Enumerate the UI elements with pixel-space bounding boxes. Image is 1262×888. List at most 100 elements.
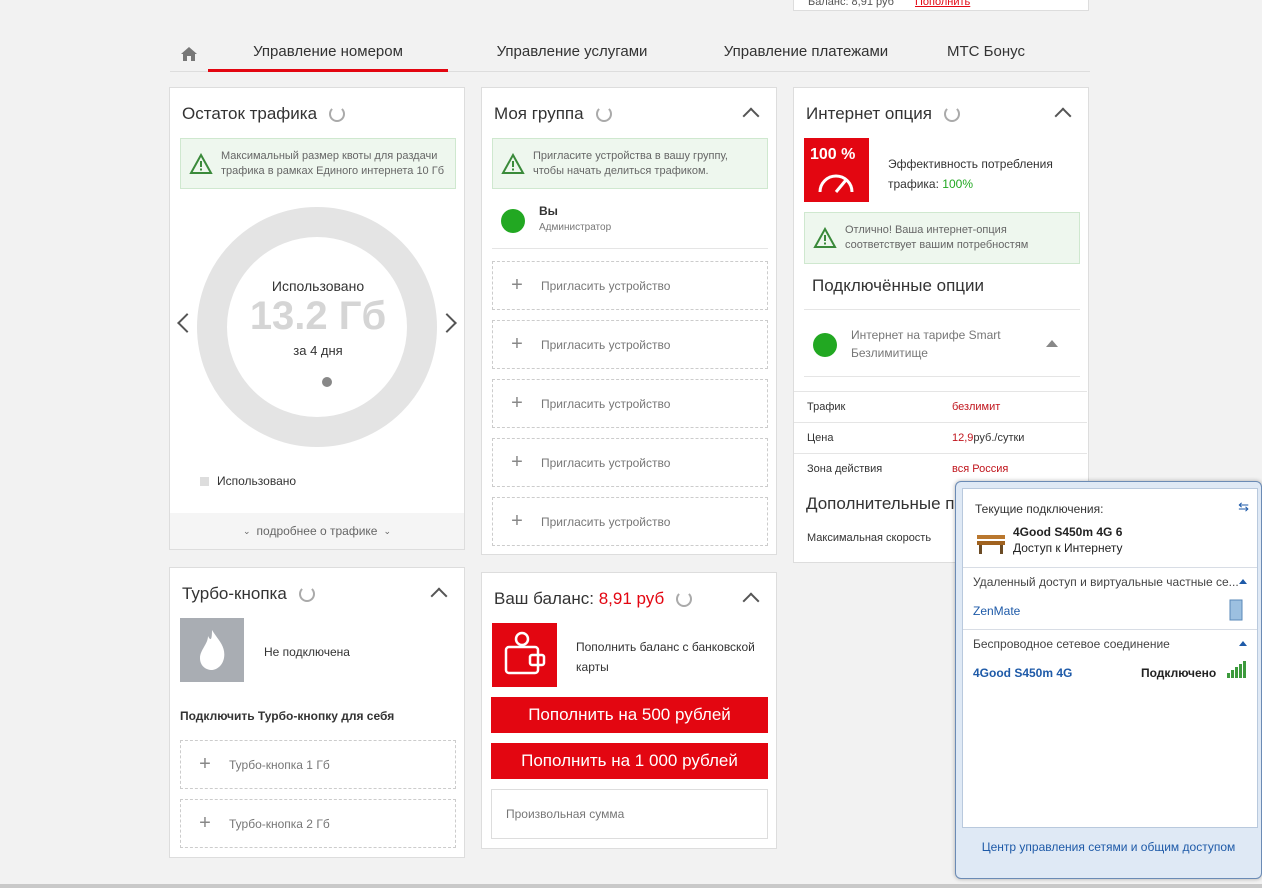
wifi-status: Подключено [1141,666,1217,680]
legend-label: Использовано [217,474,297,488]
network-status: Доступ к Интернету [1013,541,1123,555]
traffic-card: Остаток трафика Максимальный размер квот… [169,87,465,550]
traffic-title: Остаток трафика [182,104,318,123]
invite-label: Пригласить устройство [541,455,671,470]
option-name: Интернет на тарифе Smart Безлимитище [851,328,1001,360]
wifi-section-label[interactable]: Беспроводное сетевое соединение [973,637,1170,651]
option-row: Цена 12,9 руб./сутки [794,422,1087,453]
plus-icon: + [511,333,523,355]
topup-1000-button[interactable]: Пополнить на 1 000 рублей [491,743,768,779]
used-amount: 13.2 Гб [249,294,387,338]
invite-device-button[interactable]: + Пригласить устройство [492,320,768,369]
main-nav: Управление номером Управление услугами У… [170,36,1090,72]
refresh-icon[interactable] [676,591,693,607]
invite-device-button[interactable]: + Пригласить устройство [492,261,768,310]
bench-icon [977,535,1005,554]
balance-amount: 8,91 руб [598,589,665,608]
warning-icon [181,152,221,175]
plus-icon: + [511,451,523,473]
row-unit: руб./сутки [973,432,1025,444]
collapse-arrow-icon[interactable] [1239,579,1247,584]
vpn-device-icon [1229,599,1243,621]
separator [963,629,1257,630]
turbo-option-button[interactable]: + Турбо-кнопка 2 Гб [180,799,456,848]
option-item[interactable]: Интернет на тарифе Smart Безлимитище [804,309,1080,377]
tab-bonus[interactable]: МТС Бонус [916,36,1056,72]
internet-notice-text: Отлично! Ваша интернет-опция соответству… [845,224,1029,251]
efficiency-text: Эффективность потребления трафика: 100% [888,154,1078,194]
group-card: Моя группа Пригласите устройства в вашу … [481,87,777,555]
flame-badge [180,618,244,682]
card-topup-text: Пополнить баланс с банковской карты [576,640,755,674]
tab-services[interactable]: Управление услугами [448,36,696,72]
collapse-icon[interactable] [742,592,760,610]
chevron-down-icon: ⌄ [383,525,392,536]
row-key: Максимальная скорость [807,532,932,544]
network-popup: Текущие подключения: ⇆ 4Good S450m 4G 6 … [955,481,1262,879]
refresh-icon[interactable] [595,106,612,122]
group-notice: Пригласите устройства в вашу группу, что… [492,138,768,189]
turbo-title: Турбо-кнопка [182,584,287,603]
invite-label: Пригласить устройство [541,278,671,293]
wallet-icon [504,631,546,675]
current-connections-label: Текущие подключения: [975,502,1104,516]
group-title: Моя группа [494,104,584,123]
invite-device-button[interactable]: + Пригласить устройство [492,379,768,428]
turbo-status: Не подключена [264,645,350,659]
member-role: Администратор [539,222,612,233]
traffic-more-label: подробнее о трафике [256,524,378,538]
refresh-icon[interactable] [944,106,960,122]
custom-amount-input[interactable]: Произвольная сумма [491,789,768,839]
flame-icon [200,630,225,670]
group-member: Вы Администратор [492,193,768,249]
connected-options-title: Подключённые опции [812,276,985,295]
tab-payments[interactable]: Управление платежами [696,36,916,72]
collapse-icon[interactable] [742,107,760,125]
extra-options-title: Дополнительные па [806,494,964,513]
refresh-network-icon[interactable]: ⇆ [1238,499,1249,515]
internet-notice: Отлично! Ваша интернет-опция соответству… [804,212,1080,264]
traffic-more-link[interactable]: ⌄ подробнее о трафике ⌄ [170,513,464,549]
plus-icon: + [199,753,211,775]
wifi-item[interactable]: 4Good S450m 4G [973,666,1072,680]
badge-percent: 100 % [810,146,856,163]
collapse-icon[interactable] [1054,107,1072,125]
option-row: Зона действия вся Россия [794,453,1087,484]
option-row: Трафик безлимит [794,391,1087,422]
collapse-icon[interactable] [430,587,448,605]
sync-icon [501,209,525,233]
invite-device-button[interactable]: + Пригласить устройство [492,497,768,546]
internet-title: Интернет опция [806,104,932,123]
top-topup-link[interactable]: Пополнить [915,0,970,8]
refresh-icon[interactable] [329,106,346,122]
row-value: безлимит [952,401,1001,413]
group-notice-text: Пригласите устройства в вашу группу, что… [533,149,728,177]
row-value: 12,9 [952,432,974,444]
topup-500-button[interactable]: Пополнить на 500 рублей [491,697,768,733]
signal-icon [1227,661,1246,678]
network-center-link[interactable]: Центр управления сетями и общим доступом [956,840,1261,854]
member-name: Вы [539,204,558,218]
traffic-notice: Максимальный размер квоты для раздачи тр… [180,138,456,189]
invite-device-button[interactable]: + Пригласить устройство [492,438,768,487]
network-name: 4Good S450m 4G 6 [1013,525,1123,539]
invite-label: Пригласить устройство [541,514,671,529]
collapse-arrow-icon[interactable] [1046,340,1058,347]
vpn-item[interactable]: ZenMate [973,604,1020,618]
turbo-card: Турбо-кнопка Не подключена Подключить Ту… [169,567,465,858]
collapse-arrow-icon[interactable] [1239,641,1247,646]
warning-icon [493,152,533,175]
refresh-icon[interactable] [298,586,315,602]
tab-number-management[interactable]: Управление номером [208,36,448,72]
top-balance-box: Баланс: 8,91 руб Пополнить [793,0,1089,11]
wallet-badge [492,623,557,687]
sync-icon [813,333,837,357]
separator [963,567,1257,568]
chevron-down-icon: ⌄ [242,525,251,536]
top-balance-text: Баланс: 8,91 руб [808,0,894,8]
speedometer-badge: 100 % [804,138,869,202]
invite-label: Пригласить устройство [541,337,671,352]
vpn-section-label[interactable]: Удаленный доступ и виртуальные частные с… [973,575,1239,589]
home-icon[interactable] [170,36,208,72]
turbo-option-button[interactable]: + Турбо-кнопка 1 Гб [180,740,456,789]
